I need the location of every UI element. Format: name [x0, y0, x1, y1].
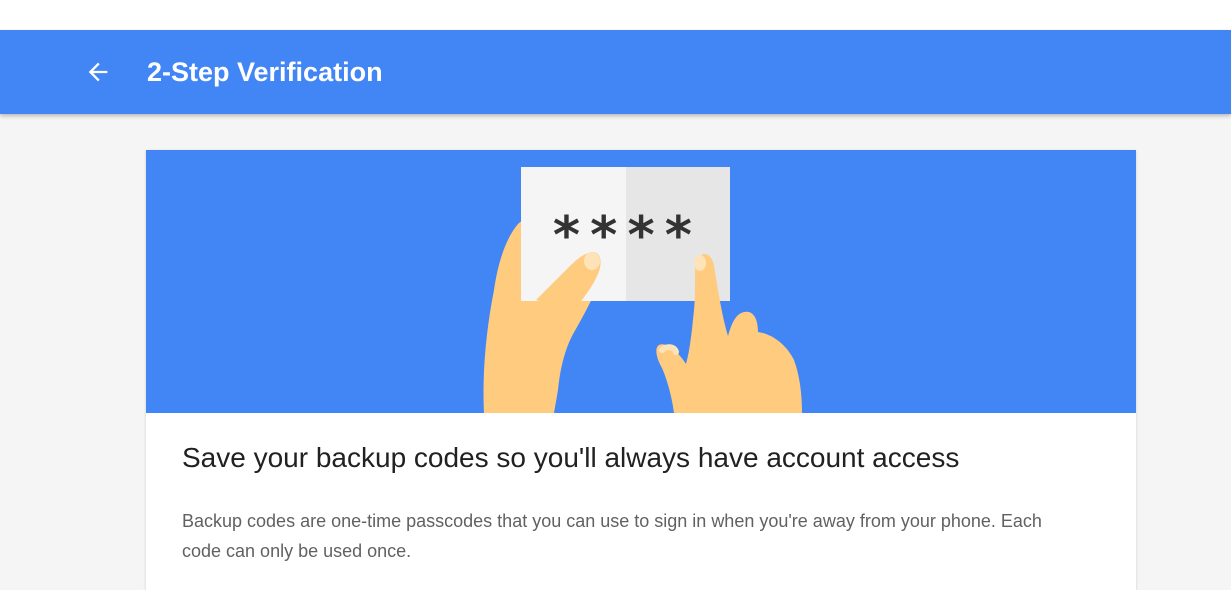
card-description: Backup codes are one-time passcodes that…: [182, 511, 1042, 561]
back-button[interactable]: [78, 52, 118, 92]
backup-codes-card: **** Save your backup codes so you'll al…: [146, 150, 1136, 590]
card-title: Save your backup codes so you'll always …: [182, 442, 960, 473]
arrow-back-icon: [88, 62, 108, 82]
hands-holding-card-illustration: [483, 167, 802, 413]
page-title: 2-Step Verification: [147, 57, 383, 87]
hero-illustration: ****: [146, 150, 1136, 413]
browser-top-strip: [0, 0, 1231, 30]
app-bar: 2-Step Verification: [0, 30, 1231, 114]
card-asterisks: ****: [550, 206, 701, 266]
